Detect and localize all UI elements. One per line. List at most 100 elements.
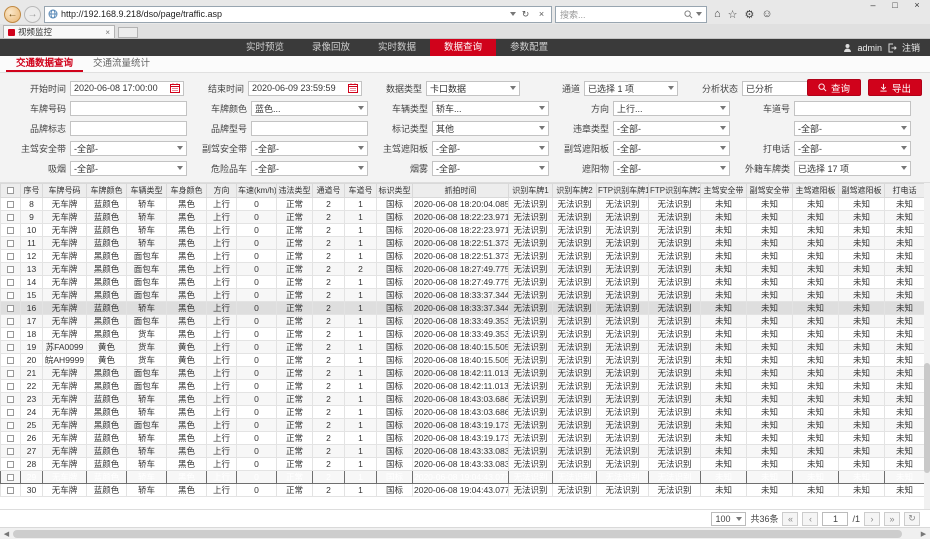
row-checkbox[interactable] — [7, 214, 14, 221]
refresh-list-button[interactable]: ↻ — [904, 512, 920, 526]
table-row[interactable]: 25无车牌黑颜色面包车黑色上行0正常21国标2020-06-08 18:43:1… — [1, 419, 925, 432]
table-row[interactable]: 11无车牌蓝颜色轿车黑色上行0正常21国标2020-06-08 18:22:51… — [1, 237, 925, 250]
export-button[interactable]: 导出 — [868, 79, 922, 96]
vertical-scrollbar[interactable] — [924, 183, 930, 509]
row-checkbox[interactable] — [7, 227, 14, 234]
filter-select[interactable]: 轿车... — [432, 101, 549, 116]
logout-icon[interactable] — [887, 43, 897, 53]
query-button[interactable]: 查询 — [807, 79, 861, 96]
table-row[interactable]: 24无车牌黑颜色轿车黑色上行0正常21国标2020-06-08 18:43:03… — [1, 406, 925, 419]
row-checkbox[interactable] — [7, 201, 14, 208]
table-row[interactable]: 9无车牌蓝颜色轿车黑色上行0正常21国标2020-06-08 18:22:23.… — [1, 211, 925, 224]
filter-select[interactable]: 其他 — [432, 121, 549, 136]
filter-select[interactable]: -全部- — [613, 121, 730, 136]
table-row[interactable]: 27无车牌蓝颜色轿车黑色上行0正常21国标2020-06-08 18:43:33… — [1, 445, 925, 458]
page-input[interactable]: 1 — [822, 512, 848, 526]
table-row[interactable]: 12无车牌黑颜色面包车黑色上行0正常21国标2020-06-08 18:22:5… — [1, 250, 925, 263]
minimize-button[interactable]: – — [862, 0, 884, 12]
table-row[interactable]: 10无车牌蓝颜色轿车黑色上行0正常21国标2020-06-08 18:22:23… — [1, 224, 925, 237]
table-row[interactable]: 16无车牌蓝颜色轿车黑色上行0正常21国标2020-06-08 18:33:37… — [1, 302, 925, 315]
table-row[interactable]: 8无车牌蓝颜色轿车黑色上行0正常21国标2020-06-08 18:20:04.… — [1, 198, 925, 211]
row-checkbox[interactable] — [7, 357, 14, 364]
prev-page-button[interactable]: ‹ — [802, 512, 818, 526]
vertical-scrollbar-thumb[interactable] — [924, 363, 930, 473]
table-row[interactable]: 30无车牌蓝颜色轿车黑色上行0正常21国标2020-06-08 19:04:43… — [1, 484, 925, 497]
text-input[interactable] — [794, 101, 911, 116]
row-checkbox[interactable] — [7, 435, 14, 442]
search-dropdown-icon[interactable] — [696, 12, 702, 16]
table-row[interactable]: 28无车牌蓝颜色轿车黑色上行0正常21国标2020-06-08 18:43:33… — [1, 458, 925, 471]
row-checkbox[interactable] — [7, 318, 14, 325]
filter-select[interactable]: -全部- — [251, 141, 368, 156]
horizontal-scrollbar[interactable]: ◀ ▶ — [0, 527, 930, 539]
table-row[interactable]: 14无车牌黑颜色面包车黑色上行0正常21国标2020-06-08 18:27:4… — [1, 276, 925, 289]
search-icon[interactable] — [684, 10, 693, 19]
next-page-button[interactable]: › — [864, 512, 880, 526]
row-checkbox[interactable] — [7, 240, 14, 247]
table-row[interactable]: 22无车牌黑颜色面包车黑色上行0正常21国标2020-06-08 18:42:1… — [1, 380, 925, 393]
forward-button[interactable]: → — [24, 6, 41, 23]
filter-select[interactable]: 已选择 1 项 — [584, 81, 678, 96]
row-checkbox[interactable] — [7, 253, 14, 260]
text-input[interactable] — [251, 121, 368, 136]
subtab[interactable]: 交通流量统计 — [83, 56, 160, 72]
filter-select[interactable]: 已选择 17 项 — [794, 161, 911, 176]
subtab[interactable]: 交通数据查询 — [6, 56, 83, 72]
table-row[interactable]: 23无车牌蓝颜色轿车黑色上行0正常21国标2020-06-08 18:43:03… — [1, 393, 925, 406]
url-dropdown-icon[interactable] — [510, 12, 516, 16]
filter-select[interactable]: -全部- — [432, 161, 549, 176]
filter-select[interactable]: 上行... — [613, 101, 730, 116]
nav-item[interactable]: 实时预览 — [232, 39, 298, 56]
new-tab-button[interactable] — [118, 27, 138, 38]
filter-select[interactable]: -全部- — [70, 141, 187, 156]
row-checkbox[interactable] — [7, 279, 14, 286]
nav-item[interactable]: 数据查询 — [430, 39, 496, 56]
refresh-icon[interactable]: ↻ — [519, 9, 532, 20]
filter-select[interactable]: -全部- — [70, 161, 187, 176]
table-row[interactable]: 15无车牌黑颜色面包车黑色上行0正常21国标2020-06-08 18:33:3… — [1, 289, 925, 302]
address-bar[interactable]: http://192.168.9.218/dso/page/traffic.as… — [44, 6, 552, 23]
nav-item[interactable]: 参数配置 — [496, 39, 562, 56]
nav-item[interactable]: 录像回放 — [298, 39, 364, 56]
browser-tab[interactable]: 视频监控 × — [3, 25, 115, 38]
filter-select[interactable]: -全部- — [613, 141, 730, 156]
row-checkbox[interactable] — [7, 422, 14, 429]
row-checkbox[interactable] — [7, 409, 14, 416]
row-checkbox[interactable] — [7, 370, 14, 377]
scroll-right-icon[interactable]: ▶ — [917, 530, 930, 538]
row-checkbox[interactable] — [7, 474, 14, 481]
settings-icon[interactable]: ⚙ — [745, 8, 755, 21]
maximize-button[interactable]: □ — [884, 0, 906, 12]
horizontal-scrollbar-thumb[interactable] — [13, 530, 902, 538]
home-icon[interactable]: ⌂ — [714, 8, 721, 20]
filter-select[interactable]: -全部- — [613, 161, 730, 176]
first-page-button[interactable]: « — [782, 512, 798, 526]
tab-close-icon[interactable]: × — [105, 28, 110, 37]
datetime-input[interactable]: 2020-06-08 17:00:00 — [70, 81, 184, 96]
table-row[interactable]: 20皖AH9999黄色货车黄色上行0正常21国标2020-06-08 18:40… — [1, 354, 925, 367]
row-checkbox[interactable] — [7, 396, 14, 403]
table-row[interactable]: 18无车牌黑颜色货车黑色上行0正常21国标2020-06-08 18:33:49… — [1, 328, 925, 341]
table-row[interactable]: 19苏FA0099黄色货车黄色上行0正常21国标2020-06-08 18:40… — [1, 341, 925, 354]
filter-select[interactable]: -全部- — [432, 141, 549, 156]
logout-label[interactable]: 注销 — [902, 41, 920, 54]
close-button[interactable]: × — [906, 0, 928, 12]
row-checkbox[interactable] — [7, 305, 14, 312]
filter-select[interactable]: 卡口数据 — [426, 81, 520, 96]
table-row[interactable]: 17无车牌黑颜色面包车黑色上行0正常21国标2020-06-08 18:33:4… — [1, 315, 925, 328]
filter-select[interactable]: 蓝色... — [251, 101, 368, 116]
table-row[interactable]: 21无车牌黑颜色面包车黑色上行0正常21国标2020-06-08 18:42:1… — [1, 367, 925, 380]
back-button[interactable]: ← — [4, 6, 21, 23]
row-checkbox[interactable] — [7, 266, 14, 273]
favorites-icon[interactable]: ☆ — [728, 8, 738, 21]
table-row[interactable]: 29无车牌蓝颜色轿车黑色上行0正常21国标2020-06-08 19:04:43… — [1, 471, 925, 484]
select-all-checkbox[interactable] — [7, 187, 14, 194]
filter-select[interactable]: -全部- — [794, 121, 911, 136]
nav-item[interactable]: 实时数据 — [364, 39, 430, 56]
page-size-select[interactable]: 100 — [711, 512, 746, 526]
scroll-left-icon[interactable]: ◀ — [0, 530, 13, 538]
row-checkbox[interactable] — [7, 331, 14, 338]
row-checkbox[interactable] — [7, 344, 14, 351]
table-row[interactable]: 13无车牌黑颜色面包车黑色上行0正常22国标2020-06-08 18:27:4… — [1, 263, 925, 276]
row-checkbox[interactable] — [7, 383, 14, 390]
